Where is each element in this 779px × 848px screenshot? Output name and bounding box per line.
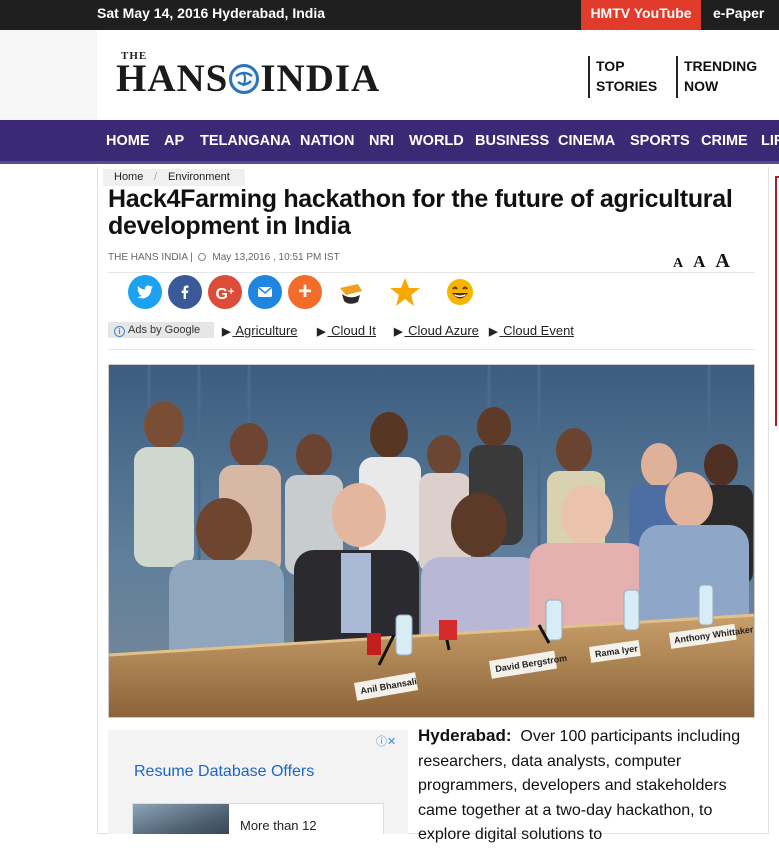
- ad-link-label: Cloud Event: [503, 323, 574, 338]
- smile-reaction-icon[interactable]: [443, 275, 477, 309]
- article-lead-text: Over 100 participants including research…: [418, 728, 741, 843]
- header-left-panel: [0, 30, 97, 120]
- play-triangle-icon: ▶: [394, 326, 403, 338]
- twitter-icon[interactable]: [128, 275, 162, 309]
- trending-line1: TRENDING: [684, 58, 758, 74]
- ad-card-text: More than 12: [240, 818, 317, 833]
- font-size-medium[interactable]: A: [693, 252, 705, 272]
- breadcrumb: Home / Environment: [103, 169, 245, 186]
- font-size-controls: A A A: [673, 250, 736, 273]
- logo-hans: HANS: [116, 57, 229, 100]
- article-meta: THE HANS INDIA | May 13,2016 , 10:51 PM …: [108, 252, 340, 263]
- article-body: Hyderabad: Over 100 participants includi…: [418, 724, 748, 848]
- nav-item-crime[interactable]: CRIME: [701, 133, 748, 149]
- ad-card[interactable]: More than 12: [132, 803, 384, 834]
- ad-link-label: Agriculture: [235, 323, 298, 338]
- ad-link-label: Cloud It: [331, 323, 376, 338]
- nav-item-sports[interactable]: SPORTS: [630, 133, 690, 149]
- play-triangle-icon: ▶: [317, 326, 326, 338]
- more-share-icon[interactable]: +: [288, 275, 322, 309]
- star-reaction-icon[interactable]: [388, 275, 422, 309]
- ad-box[interactable]: ⓘ✕ Resume Database Offers More than 12: [108, 730, 408, 834]
- clock-icon: [197, 253, 206, 261]
- ad-links-row: i Ads by Google ▶ Agriculture ▶ Cloud It …: [108, 322, 755, 344]
- logo-india: INDIA: [260, 57, 381, 100]
- ad-link-agriculture[interactable]: ▶ Agriculture: [222, 323, 298, 338]
- top-stories-link[interactable]: TOP STORIES: [588, 56, 657, 98]
- ad-thumbnail: [133, 804, 229, 834]
- ad-link-cloud-event[interactable]: ▶ Cloud Event: [489, 323, 574, 338]
- nav-item-lifestyle[interactable]: LIF: [761, 133, 779, 149]
- ad-title[interactable]: Resume Database Offers: [134, 763, 314, 781]
- nav-item-telangana[interactable]: TELANGANA: [200, 133, 291, 149]
- play-triangle-icon: ▶: [222, 326, 231, 338]
- sidebar-edge: [775, 176, 779, 426]
- ad-close-icon[interactable]: ⓘ✕: [376, 733, 404, 748]
- ads-by-google[interactable]: i Ads by Google: [108, 322, 214, 338]
- article-date: May 13,2016 , 10:51 PM IST: [212, 252, 340, 263]
- ads-by-google-label: Ads by Google: [128, 324, 201, 336]
- site-header: THE HANS INDIA TOP STORIES TRENDING NOW: [0, 30, 779, 120]
- article-dateline: Hyderabad:: [418, 726, 512, 745]
- breadcrumb-separator: /: [154, 171, 158, 183]
- epaper-link[interactable]: e-Paper: [713, 5, 764, 21]
- nav-item-cinema[interactable]: CINEMA: [558, 133, 615, 149]
- hmtv-youtube-link[interactable]: HMTV YouTube: [581, 0, 701, 30]
- trending-line2: NOW: [684, 78, 719, 94]
- nav-item-ap[interactable]: AP: [164, 133, 184, 149]
- main-nav: HOME AP TELANGANA NATION NRI WORLD BUSIN…: [0, 120, 779, 164]
- nav-item-nri[interactable]: NRI: [369, 133, 394, 149]
- globe-icon: [229, 64, 260, 94]
- nav-item-nation[interactable]: NATION: [300, 133, 355, 149]
- top-stories-line2: STORIES: [596, 78, 658, 94]
- hat-reaction-icon[interactable]: [334, 275, 368, 309]
- nav-item-home[interactable]: HOME: [106, 133, 150, 149]
- ad-link-cloud-it[interactable]: ▶ Cloud It: [317, 323, 376, 338]
- ad-link-label: Cloud Azure: [408, 323, 479, 338]
- facebook-icon[interactable]: [168, 275, 202, 309]
- trending-now-link[interactable]: TRENDING NOW: [676, 56, 757, 98]
- top-bar: Sat May 14, 2016 Hyderabad, India HMTV Y…: [0, 0, 779, 30]
- article-source: THE HANS INDIA |: [108, 252, 193, 263]
- google-plus-icon[interactable]: G+: [208, 275, 242, 309]
- divider: [108, 272, 755, 273]
- top-stories-line1: TOP: [596, 58, 625, 74]
- breadcrumb-section[interactable]: Environment: [168, 171, 230, 183]
- nav-item-world[interactable]: WORLD: [409, 133, 464, 149]
- date-location: Sat May 14, 2016 Hyderabad, India: [97, 5, 325, 21]
- logo-wordmark: HANS INDIA: [116, 56, 380, 101]
- article-photo[interactable]: Anil Bhansali David Bergstrom Rama Iyer …: [108, 364, 755, 718]
- email-icon[interactable]: [248, 275, 282, 309]
- ad-link-cloud-azure[interactable]: ▶ Cloud Azure: [394, 323, 479, 338]
- info-icon: i: [114, 326, 125, 337]
- nav-item-business[interactable]: BUSINESS: [475, 133, 549, 149]
- breadcrumb-home[interactable]: Home: [114, 171, 143, 183]
- play-triangle-icon: ▶: [489, 326, 498, 338]
- article-headline: Hack4Farming hackathon for the future of…: [108, 185, 733, 240]
- font-size-large[interactable]: A: [715, 250, 729, 273]
- font-size-small[interactable]: A: [673, 256, 683, 272]
- divider: [108, 349, 755, 350]
